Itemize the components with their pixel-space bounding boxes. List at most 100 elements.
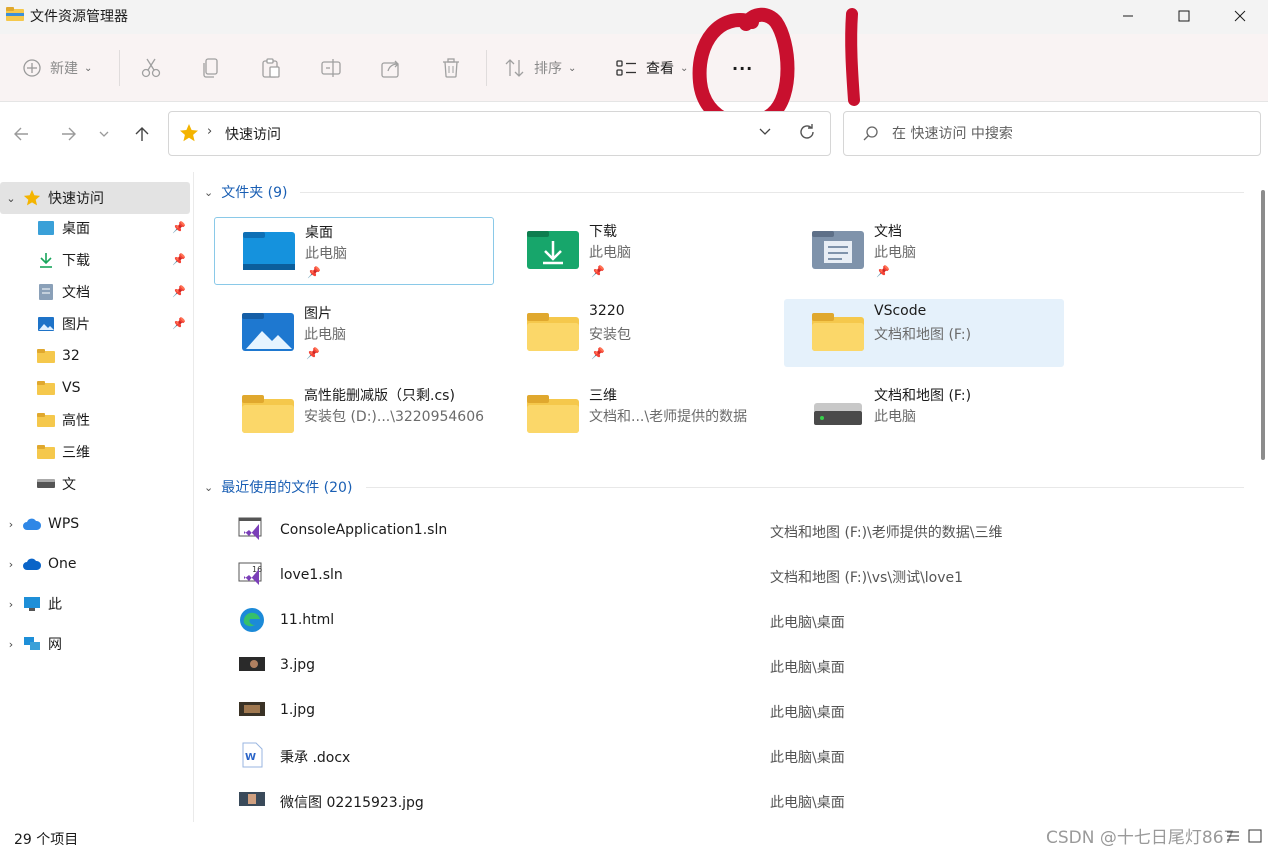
chevron-right-icon[interactable]: › bbox=[0, 558, 22, 571]
image-thumbnail-icon bbox=[239, 657, 265, 671]
folder-tile-downloads[interactable]: 下载 此电脑 📌 bbox=[499, 217, 779, 285]
word-document-icon: W bbox=[242, 742, 263, 768]
vertical-scrollbar[interactable] bbox=[1258, 172, 1268, 822]
share-button[interactable] bbox=[380, 54, 402, 82]
sidebar-item-folder[interactable]: VS bbox=[0, 372, 194, 404]
delete-icon bbox=[443, 58, 459, 78]
folder-name: 文档 bbox=[874, 224, 902, 240]
folder-name: 三维 bbox=[589, 388, 617, 404]
up-button[interactable] bbox=[128, 120, 156, 148]
scrollbar-thumb[interactable] bbox=[1261, 190, 1265, 460]
view-button[interactable]: 查看 ⌄ bbox=[616, 54, 688, 82]
file-name: 11.html bbox=[280, 612, 335, 628]
recent-locations-button[interactable] bbox=[92, 120, 116, 148]
folder-tile-documents[interactable]: 文档 此电脑 📌 bbox=[784, 217, 1064, 285]
drive-icon bbox=[814, 403, 862, 425]
chevron-right-icon[interactable]: › bbox=[0, 638, 22, 651]
pin-icon: 📌 bbox=[172, 253, 186, 266]
pin-icon: 📌 bbox=[591, 265, 605, 278]
recent-file-row[interactable]: 11.html 此电脑\桌面 bbox=[236, 601, 1236, 641]
sidebar-item-drive[interactable]: 文 bbox=[0, 468, 194, 500]
share-icon bbox=[381, 60, 399, 78]
recent-section-header[interactable]: ⌄ 最近使用的文件 (20) bbox=[204, 475, 352, 499]
copy-button[interactable] bbox=[200, 54, 222, 82]
sidebar-item-documents[interactable]: 文档 📌 bbox=[0, 276, 194, 308]
folder-tile-3220[interactable]: 3220 安装包 📌 bbox=[499, 299, 779, 367]
recent-file-row[interactable]: 3.jpg 此电脑\桌面 bbox=[236, 646, 1236, 686]
divider bbox=[119, 50, 120, 86]
details-view-icon[interactable] bbox=[1226, 829, 1240, 843]
folder-icon bbox=[36, 347, 56, 365]
forward-button[interactable] bbox=[54, 120, 82, 148]
sidebar-item-wps[interactable]: › WPS bbox=[0, 508, 194, 540]
pin-icon: 📌 bbox=[591, 347, 605, 360]
sidebar-item-pictures[interactable]: 图片 📌 bbox=[0, 308, 194, 340]
arrow-up-icon bbox=[135, 127, 149, 141]
sort-icon bbox=[505, 59, 524, 77]
file-location: 文档和地图 (F:)\老师提供的数据\三维 bbox=[770, 525, 1003, 541]
file-name: ConsoleApplication1.sln bbox=[280, 522, 448, 538]
new-button[interactable]: 新建 ⌄ bbox=[22, 54, 92, 82]
divider bbox=[486, 50, 487, 86]
sidebar-item-desktop[interactable]: 桌面 📌 bbox=[0, 212, 194, 244]
divider bbox=[366, 487, 1244, 488]
recent-file-row[interactable]: 1.jpg 此电脑\桌面 bbox=[236, 691, 1236, 731]
sidebar-item-folder[interactable]: 32 bbox=[0, 340, 194, 372]
sidebar-item-this-pc[interactable]: › 此 bbox=[0, 588, 194, 620]
paste-button[interactable] bbox=[260, 54, 282, 82]
drive-tile-f[interactable]: 文档和地图 (F:) 此电脑 bbox=[784, 381, 1064, 449]
picture-icon bbox=[36, 315, 56, 333]
sidebar-item-label: 文 bbox=[62, 477, 76, 493]
folder-tile-high-performance[interactable]: 高性能删减版（只剩.cs) 安装包 (D:)...\3220954606 bbox=[214, 381, 494, 449]
delete-button[interactable] bbox=[440, 54, 462, 82]
chevron-right-icon[interactable]: › bbox=[0, 598, 22, 611]
folder-tile-desktop[interactable]: 桌面 此电脑 📌 bbox=[214, 217, 494, 285]
pin-icon: 📌 bbox=[172, 317, 186, 330]
tiles-view-icon[interactable] bbox=[1248, 829, 1262, 843]
file-name: love1.sln bbox=[280, 567, 343, 583]
recent-file-row[interactable]: ConsoleApplication1.sln 文档和地图 (F:)\老师提供的… bbox=[236, 511, 1236, 551]
close-button[interactable] bbox=[1212, 0, 1268, 32]
command-bar: 新建 ⌄ 排序 ⌄ 查看 ⌄ ··· bbox=[0, 34, 1268, 102]
svg-text:W: W bbox=[245, 752, 256, 763]
visual-studio-solution-icon bbox=[238, 517, 262, 540]
chevron-down-icon[interactable] bbox=[757, 123, 773, 139]
content-pane: ⌄ 文件夹 (9) 桌面 此电脑 📌 下载 此电脑 📌 文档 此电脑 📌 图片 … bbox=[196, 172, 1254, 822]
sidebar-item-label: VS bbox=[62, 380, 81, 396]
cut-button[interactable] bbox=[140, 54, 162, 82]
sidebar-item-folder[interactable]: 三维 bbox=[0, 436, 194, 468]
maximize-button[interactable] bbox=[1156, 0, 1212, 32]
recent-file-row[interactable]: 16 love1.sln 文档和地图 (F:)\vs\测试\love1 bbox=[236, 556, 1236, 596]
recent-file-row[interactable]: 微信图 02215923.jpg 此电脑\桌面 bbox=[236, 781, 1236, 821]
chevron-down-icon: ⌄ bbox=[680, 62, 689, 74]
refresh-icon[interactable] bbox=[797, 122, 817, 142]
folder-tile-pictures[interactable]: 图片 此电脑 📌 bbox=[214, 299, 494, 367]
download-icon bbox=[36, 251, 56, 269]
folder-tile-3d[interactable]: 三维 文档和...\老师提供的数据 bbox=[499, 381, 779, 449]
search-box[interactable] bbox=[843, 111, 1261, 156]
copy-icon bbox=[203, 58, 218, 78]
folders-section-header[interactable]: ⌄ 文件夹 (9) bbox=[204, 180, 288, 204]
folder-location: 此电脑 bbox=[589, 245, 631, 261]
sidebar-item-network[interactable]: › 网 bbox=[0, 628, 194, 660]
sidebar-item-quick-access[interactable]: ⌄ 快速访问 bbox=[0, 182, 190, 214]
sidebar-item-onedrive[interactable]: › One bbox=[0, 548, 194, 580]
sort-button[interactable]: 排序 ⌄ bbox=[504, 54, 576, 82]
sidebar-item-downloads[interactable]: 下载 📌 bbox=[0, 244, 194, 276]
search-input[interactable] bbox=[892, 122, 1232, 146]
chevron-down-icon[interactable]: ⌄ bbox=[0, 192, 22, 205]
address-path[interactable]: 快速访问 bbox=[225, 124, 281, 144]
minimize-button[interactable] bbox=[1100, 0, 1156, 32]
sidebar-item-label: 32 bbox=[62, 348, 80, 364]
sidebar-item-folder[interactable]: 高性 bbox=[0, 404, 194, 436]
file-location: 文档和地图 (F:)\vs\测试\love1 bbox=[770, 570, 964, 586]
chevron-down-icon bbox=[99, 131, 109, 137]
file-location: 此电脑\桌面 bbox=[770, 795, 845, 811]
rename-button[interactable] bbox=[320, 54, 342, 82]
chevron-right-icon[interactable]: › bbox=[0, 518, 22, 531]
back-button[interactable] bbox=[8, 120, 36, 148]
address-bar[interactable]: › 快速访问 bbox=[168, 111, 831, 156]
folder-tile-vscode[interactable]: VScode 文档和地图 (F:) bbox=[784, 299, 1064, 367]
recent-file-row[interactable]: W 秉承 .docx 此电脑\桌面 bbox=[236, 736, 1236, 776]
more-options-button[interactable]: ··· bbox=[732, 54, 753, 82]
